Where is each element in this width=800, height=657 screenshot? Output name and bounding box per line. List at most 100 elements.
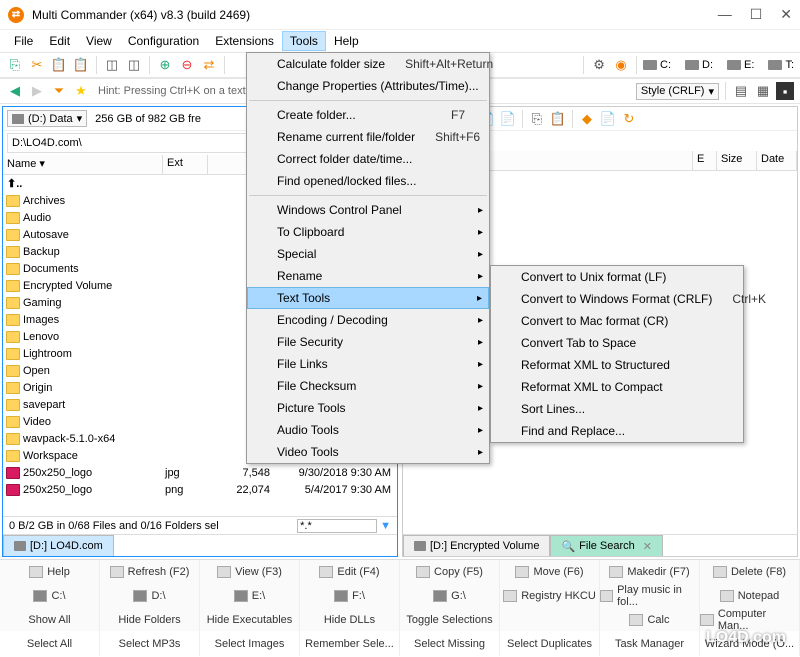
menu-item[interactable]: Rename current file/folderShift+F6 xyxy=(247,126,489,148)
submenu-item[interactable]: Convert to Mac format (CR) xyxy=(491,310,743,332)
col-name[interactable]: Name ▾ xyxy=(3,155,163,174)
clear-icon[interactable]: ◆ xyxy=(578,110,596,128)
drive-d[interactable]: D: xyxy=(685,59,713,71)
menu-item[interactable]: Find opened/locked files... xyxy=(247,170,489,192)
menu-item[interactable]: File Links▸ xyxy=(247,353,489,375)
submenu-item[interactable]: Find and Replace... xyxy=(491,420,743,442)
bottom-button[interactable]: Makedir (F7) xyxy=(600,560,700,584)
redo-icon[interactable]: ↻ xyxy=(620,110,638,128)
submenu-item[interactable]: Reformat XML to Compact xyxy=(491,376,743,398)
deselect-icon[interactable]: ◫ xyxy=(125,56,143,74)
bottom-button[interactable]: C:\ xyxy=(0,584,100,608)
bottom-button[interactable]: Play music in fol... xyxy=(600,584,700,608)
tool-icon[interactable]: ⚙ xyxy=(590,56,608,74)
close-button[interactable]: ✕ xyxy=(780,6,792,23)
menu-item[interactable]: Windows Control Panel▸ xyxy=(247,199,489,221)
bottom-button[interactable]: Hide DLLs xyxy=(300,608,400,632)
copy2-icon[interactable]: ⎘ xyxy=(528,110,546,128)
filter-icon[interactable]: ▼ xyxy=(380,520,391,532)
bottom-button[interactable]: Copy (F5) xyxy=(400,560,500,584)
paste-icon[interactable]: 📋 xyxy=(50,56,68,74)
bottom-button[interactable]: Select Images xyxy=(200,632,300,656)
minimize-button[interactable]: — xyxy=(718,6,732,23)
menu-item[interactable]: Rename▸ xyxy=(247,265,489,287)
bottom-button[interactable]: Select Missing xyxy=(400,632,500,656)
menu-item[interactable]: Correct folder date/time... xyxy=(247,148,489,170)
submenu-item[interactable]: Convert to Unix format (LF) xyxy=(491,266,743,288)
left-drive-select[interactable]: (D:) Data ▾ xyxy=(7,110,87,127)
file-row[interactable]: 250x250_logojpg7,5489/30/2018 9:30 AM xyxy=(3,464,397,481)
col-ext[interactable]: Ext xyxy=(163,155,208,174)
menu-tools[interactable]: Tools xyxy=(282,31,326,51)
select-icon[interactable]: ◫ xyxy=(103,56,121,74)
drive-t[interactable]: T: xyxy=(768,59,794,71)
bottom-button[interactable]: Notepad xyxy=(700,584,800,608)
copy-icon[interactable]: ⎘ xyxy=(6,56,24,74)
color-icon[interactable]: ◉ xyxy=(612,56,630,74)
style-dropdown[interactable]: Style (CRLF) ▾ xyxy=(636,83,719,100)
new-icon[interactable]: 📄 xyxy=(599,110,617,128)
bottom-button[interactable]: D:\ xyxy=(100,584,200,608)
menu-item[interactable]: Special▸ xyxy=(247,243,489,265)
swap-icon[interactable]: ⇄ xyxy=(200,56,218,74)
menu-ext[interactable]: Extensions xyxy=(207,31,282,51)
forward-icon[interactable]: ▶ xyxy=(28,82,46,100)
history-icon[interactable]: ⏷ xyxy=(50,82,68,100)
menu-item[interactable]: Encoding / Decoding▸ xyxy=(247,309,489,331)
menu-item[interactable]: File Security▸ xyxy=(247,331,489,353)
menu-file[interactable]: File xyxy=(6,31,41,51)
paste3-icon[interactable]: 📋 xyxy=(549,110,567,128)
submenu-item[interactable]: Reformat XML to Structured xyxy=(491,354,743,376)
view1-icon[interactable]: ▤ xyxy=(732,82,750,100)
menu-item[interactable]: Picture Tools▸ xyxy=(247,397,489,419)
menu-item[interactable]: Calculate folder sizeShift+Alt+Return xyxy=(247,53,489,75)
bottom-button[interactable]: Move (F6) xyxy=(500,560,600,584)
bottom-button[interactable]: Refresh (F2) xyxy=(100,560,200,584)
filter-input[interactable] xyxy=(297,519,377,533)
menu-item[interactable]: To Clipboard▸ xyxy=(247,221,489,243)
bottom-button[interactable]: Select Duplicates xyxy=(500,632,600,656)
drive-c[interactable]: C: xyxy=(643,59,671,71)
menu-config[interactable]: Configuration xyxy=(120,31,207,51)
bottom-button[interactable]: Toggle Selections xyxy=(400,608,500,632)
bottom-button[interactable]: View (F3) xyxy=(200,560,300,584)
menu-item[interactable]: File Checksum▸ xyxy=(247,375,489,397)
submenu-item[interactable]: Convert to Windows Format (CRLF)Ctrl+K xyxy=(491,288,743,310)
bottom-button[interactable]: Hide Folders xyxy=(100,608,200,632)
cut-icon[interactable]: ✂ xyxy=(28,56,46,74)
submenu-item[interactable]: Sort Lines... xyxy=(491,398,743,420)
paste2-icon[interactable]: 📋 xyxy=(72,56,90,74)
rcol-e[interactable]: E xyxy=(693,151,717,170)
doc-del-icon[interactable]: 📄 xyxy=(499,110,517,128)
bottom-button[interactable]: Show All xyxy=(0,608,100,632)
bottom-button[interactable]: E:\ xyxy=(200,584,300,608)
rcol-size[interactable]: Size xyxy=(717,151,757,170)
menu-item[interactable]: Video Tools▸ xyxy=(247,441,489,463)
menu-view[interactable]: View xyxy=(78,31,120,51)
file-row[interactable]: 250x250_logopng22,0745/4/2017 9:30 AM xyxy=(3,481,397,498)
bottom-button[interactable]: Edit (F4) xyxy=(300,560,400,584)
bottom-button[interactable]: Hide Executables xyxy=(200,608,300,632)
terminal-icon[interactable]: ▪ xyxy=(776,82,794,100)
bottom-button[interactable]: Help xyxy=(0,560,100,584)
menu-help[interactable]: Help xyxy=(326,31,367,51)
favorite-icon[interactable]: ★ xyxy=(72,82,90,100)
maximize-button[interactable]: ☐ xyxy=(750,6,763,23)
view2-icon[interactable]: ▦ xyxy=(754,82,772,100)
remove-icon[interactable]: ⊖ xyxy=(178,56,196,74)
bottom-button[interactable]: Remember Sele... xyxy=(300,632,400,656)
bottom-button[interactable]: Calc xyxy=(600,608,700,632)
bottom-button[interactable]: Task Manager xyxy=(600,632,700,656)
bottom-button[interactable]: G:\ xyxy=(400,584,500,608)
bottom-button[interactable]: Delete (F8) xyxy=(700,560,800,584)
drive-e[interactable]: E: xyxy=(727,59,754,71)
menu-item[interactable]: Change Properties (Attributes/Time)... xyxy=(247,75,489,97)
add-icon[interactable]: ⊕ xyxy=(156,56,174,74)
bottom-button[interactable]: F:\ xyxy=(300,584,400,608)
menu-item[interactable]: Create folder...F7 xyxy=(247,104,489,126)
right-tab-1[interactable]: [D:] Encrypted Volume xyxy=(403,535,550,556)
right-tab-search[interactable]: 🔍File Search✕ xyxy=(550,535,663,556)
bottom-button[interactable] xyxy=(500,608,600,632)
left-tab[interactable]: [D:] LO4D.com xyxy=(3,535,114,556)
bottom-button[interactable]: Registry HKCU xyxy=(500,584,600,608)
